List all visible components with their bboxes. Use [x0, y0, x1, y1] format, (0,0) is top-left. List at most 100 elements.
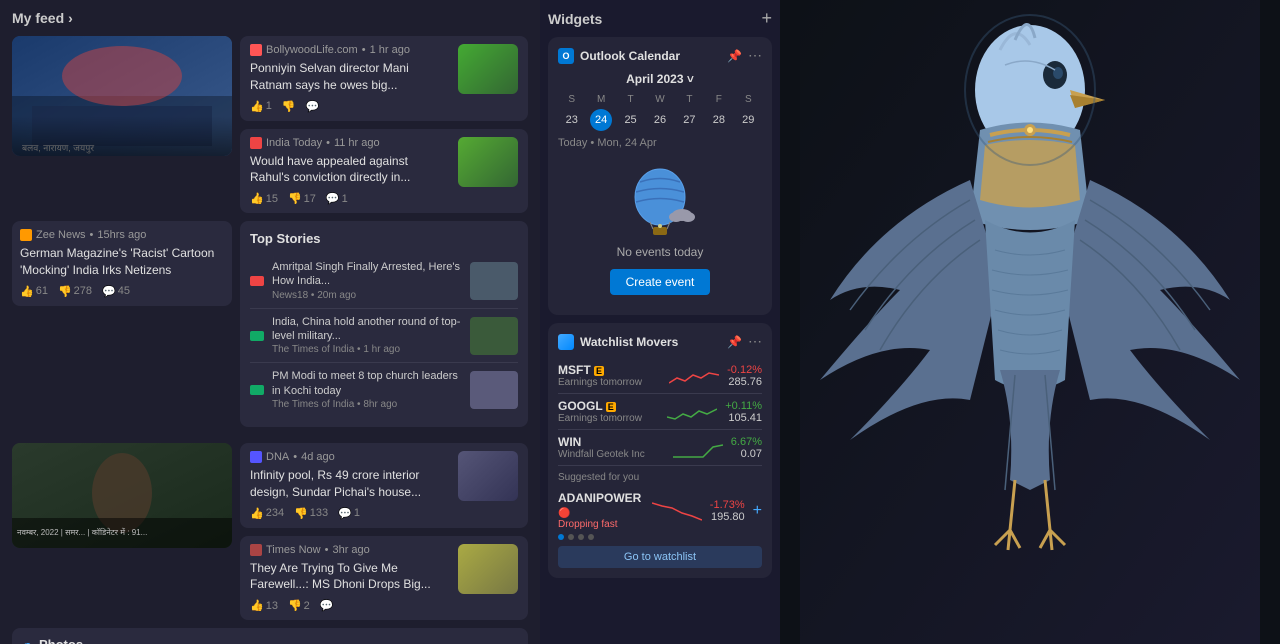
cal-day-24-today[interactable]: 24 [590, 109, 612, 131]
politician-card[interactable]: नवम्बर, 2022 | समर... | कॉडिनेटर में : 9… [12, 443, 232, 548]
stock-row-win[interactable]: WIN Windfall Geotek Inc 6.67% 0.07 [558, 430, 762, 466]
dhoni-dislike[interactable]: 👎 2 [288, 599, 310, 612]
featured-image-card[interactable]: बलव, नारायण, जयपुर [12, 36, 232, 156]
calendar-menu-btn[interactable]: ⋯ [748, 47, 762, 64]
watchlist-title: Watchlist Movers [580, 335, 678, 349]
outlook-icon: O [558, 48, 574, 64]
zee-comment[interactable]: 💬 45 [102, 285, 130, 298]
dhoni-title: They Are Trying To Give Me Farewell...: … [250, 560, 450, 594]
indiatoday-dislike[interactable]: 👎 17 [288, 192, 316, 205]
svg-text:नवम्बर, 2022 | समर... | कॉडिने: नवम्बर, 2022 | समर... | कॉडिनेटर में : 9… [17, 527, 147, 537]
calendar-grid: S M T W T F S 23 24 25 26 27 28 29 [558, 92, 762, 131]
dna-title: Infinity pool, Rs 49 crore interior desi… [250, 467, 450, 501]
story3-thumb [470, 371, 518, 409]
pagination-dots [558, 534, 762, 540]
news18-icon [250, 276, 264, 286]
watchlist-pin-btn[interactable]: 📌 [727, 333, 742, 350]
dna-thumb [458, 451, 518, 501]
dhoni-comment[interactable]: 💬 [320, 599, 334, 612]
cal-day-23[interactable]: 23 [561, 109, 583, 131]
bollywood-dislike[interactable]: 👎 [282, 100, 296, 113]
indiatoday-thumb [458, 137, 518, 187]
stock-row-googl[interactable]: GOOGL E Earnings tomorrow +0.11% 105.41 [558, 394, 762, 430]
story-item[interactable]: India, China hold another round of top-l… [250, 309, 518, 364]
calendar-month: April 2023 [626, 72, 683, 86]
zee-title: German Magazine's 'Racist' Cartoon 'Mock… [20, 245, 224, 279]
feed-title: My feed [12, 10, 64, 26]
photos-cloud-icon: ☁ [20, 636, 33, 644]
widgets-title: Widgets [548, 11, 602, 27]
no-events-area: No events today Create event [558, 157, 762, 305]
indiatoday-likes[interactable]: 👍 15 [250, 192, 278, 205]
dna-section: नवम्बर, 2022 | समर... | कॉडिनेटर में : 9… [12, 443, 232, 620]
zee-card[interactable]: Zee News • 15hrs ago German Magazine's '… [12, 221, 232, 306]
dhoni-card[interactable]: Times Now • 3hr ago They Are Trying To G… [240, 536, 528, 621]
dhoni-source: Times Now • 3hr ago [250, 544, 450, 556]
widgets-header: Widgets + [548, 8, 772, 29]
story-item[interactable]: PM Modi to meet 8 top church leaders in … [250, 363, 518, 417]
eagle-svg [780, 0, 1280, 644]
cal-day-28[interactable]: 28 [708, 109, 730, 131]
dot-4[interactable] [588, 534, 594, 540]
adani-row[interactable]: ADANIPOWER 🔴 Dropping fast -1.73% 195.80… [558, 487, 762, 534]
cal-day-25[interactable]: 25 [620, 109, 642, 131]
story3-title: PM Modi to meet 8 top church leaders in … [272, 369, 462, 398]
suggested-label: Suggested for you [558, 472, 762, 483]
watchlist-menu-btn[interactable]: ⋯ [748, 333, 762, 350]
indiatoday-title: Would have appealed against Rahul's conv… [250, 153, 450, 187]
watchlist-widget: Watchlist Movers 📌 ⋯ MSFT E Earnings tom… [548, 323, 772, 578]
story1-title: Amritpal Singh Finally Arrested, Here's … [272, 260, 462, 289]
dna-likes[interactable]: 👍 234 [250, 507, 284, 520]
dhoni-likes[interactable]: 👍 13 [250, 599, 278, 612]
indiatoday-comment[interactable]: 💬 1 [326, 192, 348, 205]
feed-chevron: › [68, 10, 73, 26]
story2-title: India, China hold another round of top-l… [272, 315, 462, 344]
dna-dislike[interactable]: 👎 133 [294, 507, 328, 520]
dna-card[interactable]: DNA • 4d ago Infinity pool, Rs 49 crore … [240, 443, 528, 528]
photos-title: Photos [39, 637, 83, 644]
cal-day-29[interactable]: 29 [737, 109, 759, 131]
bollywood-card[interactable]: BollywoodLife.com • 1 hr ago Ponniyin Se… [240, 36, 528, 121]
dot-2[interactable] [568, 534, 574, 540]
photos-card: ☁ Photos ... Last week 3 items See all [12, 628, 528, 644]
stock-row-msft[interactable]: MSFT E Earnings tomorrow -0.12% 285.76 [558, 358, 762, 394]
widgets-area: Widgets + O Outlook Calendar 📌 ⋯ April 2… [540, 0, 780, 644]
widgets-add-btn[interactable]: + [761, 8, 772, 29]
feed-header[interactable]: My feed › [12, 10, 528, 26]
calendar-title: Outlook Calendar [580, 49, 680, 63]
zee-news-section: Zee News • 15hrs ago German Magazine's '… [12, 221, 232, 435]
calendar-pin-btn[interactable]: 📌 [727, 47, 742, 64]
bollywood-thumb [458, 44, 518, 94]
eagle-illustration-area [780, 0, 1280, 644]
indiatoday-card[interactable]: India Today • 11 hr ago Would have appea… [240, 129, 528, 214]
photos-menu-btn[interactable]: ... [508, 636, 520, 644]
adani-chart [652, 498, 702, 523]
svg-text:बलव, नारायण, जयपुर: बलव, नारायण, जयपुर [22, 143, 94, 154]
bollywood-source: BollywoodLife.com • 1 hr ago [250, 44, 450, 56]
googl-chart [667, 399, 717, 424]
adani-add-btn[interactable]: + [753, 502, 762, 520]
zee-dislike[interactable]: 👎 278 [58, 285, 92, 298]
zee-source: Zee News • 15hrs ago [20, 229, 224, 241]
win-chart [673, 435, 723, 460]
cal-day-26[interactable]: 26 [649, 109, 671, 131]
dna-source: DNA • 4d ago [250, 451, 450, 463]
dot-3[interactable] [578, 534, 584, 540]
dna-comment[interactable]: 💬 1 [338, 507, 360, 520]
dot-1[interactable] [558, 534, 564, 540]
cal-day-27[interactable]: 27 [678, 109, 700, 131]
top-stories-title: Top Stories [250, 231, 518, 246]
bollywood-title: Ponniyin Selvan director Mani Ratnam say… [250, 60, 450, 94]
toi2-icon [250, 385, 264, 395]
no-events-illustration [620, 167, 700, 237]
calendar-widget: O Outlook Calendar 📌 ⋯ April 2023 ˅ S M … [548, 37, 772, 315]
bollywood-likes[interactable]: 👍 1 [250, 100, 272, 113]
feed-area: My feed › बलव, नारायण, जयपुर [0, 0, 540, 644]
go-to-watchlist-btn[interactable]: Go to watchlist [558, 546, 762, 568]
zee-likes[interactable]: 👍 61 [20, 285, 48, 298]
bollywood-comment[interactable]: 💬 [306, 100, 320, 113]
indiatoday-source: India Today • 11 hr ago [250, 137, 450, 149]
create-event-button[interactable]: Create event [610, 269, 711, 295]
story-item[interactable]: Amritpal Singh Finally Arrested, Here's … [250, 254, 518, 309]
calendar-chevron: ˅ [687, 72, 694, 86]
